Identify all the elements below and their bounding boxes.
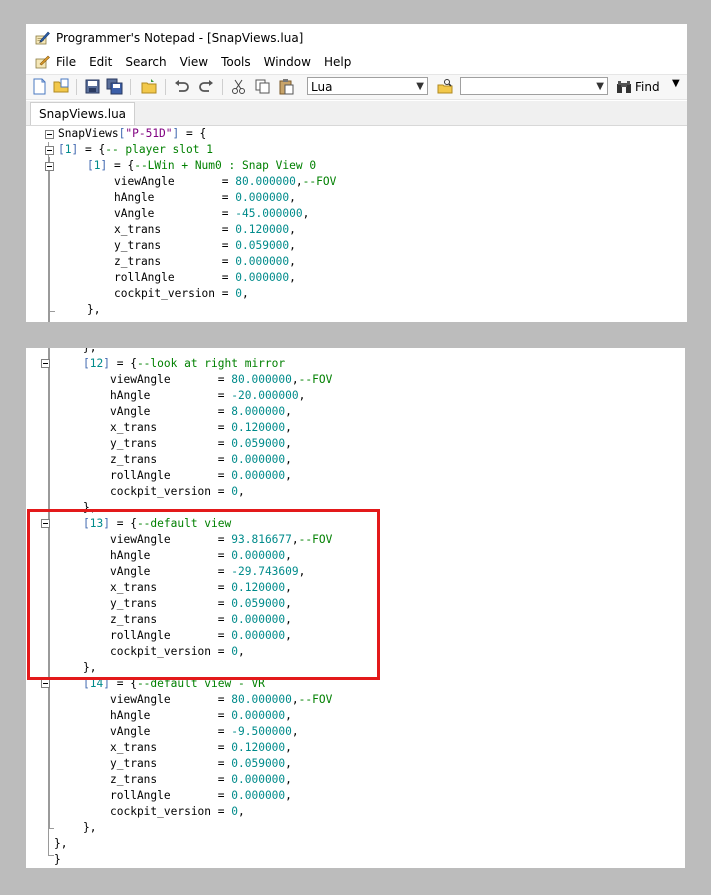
find-in-files-icon[interactable] (437, 78, 454, 95)
code-line: rollAngle = 0.000000, (110, 469, 292, 482)
code-line: x_trans = 0.120000, (114, 223, 296, 236)
menu-window[interactable]: Window (264, 55, 311, 69)
fold-toggle-icon[interactable] (41, 359, 50, 368)
title-bar: Programmer's Notepad - [SnapViews.lua] (26, 24, 687, 52)
code-line: z_trans = 0.000000, (110, 773, 292, 786)
fold-toggle-icon[interactable] (45, 162, 54, 171)
fold-toggle-icon[interactable] (45, 130, 54, 139)
code-line: viewAngle = 80.000000,--FOV (114, 175, 337, 188)
binoculars-icon (617, 81, 631, 93)
find-options-chevron-icon[interactable]: ▼ (672, 78, 680, 89)
redo-icon[interactable] (198, 78, 215, 95)
save-all-icon[interactable] (106, 78, 123, 95)
code-line: cockpit_version = 0, (114, 287, 249, 300)
code-line: cockpit_version = 0, (110, 805, 245, 818)
new-file-icon[interactable] (31, 78, 48, 95)
tab-snapviews-lua[interactable]: SnapViews.lua (30, 102, 136, 125)
code-line: }, (87, 303, 101, 316)
code-line: [12] = {--look at right mirror (83, 357, 286, 370)
code-line: vAngle = -45.000000, (114, 207, 310, 220)
menu-bar: File Edit Search View Tools Window Help (26, 52, 687, 72)
menu-view[interactable]: View (180, 55, 208, 69)
cut-icon[interactable] (230, 78, 247, 95)
menu-help[interactable]: Help (324, 55, 351, 69)
editor-window: Programmer's Notepad - [SnapViews.lua] F… (26, 24, 687, 322)
notepad-pen-icon[interactable] (34, 54, 50, 70)
language-select[interactable]: Lua ▼ (307, 77, 428, 95)
open-file-icon[interactable] (53, 78, 70, 95)
code-line: viewAngle = 80.000000,--FOV (110, 373, 333, 386)
code-line: hAngle = 0.000000, (114, 191, 296, 204)
code-line: viewAngle = 80.000000,--FOV (110, 693, 333, 706)
chevron-down-icon[interactable]: ▼ (416, 78, 424, 96)
code-line: cockpit_version = 0, (110, 485, 245, 498)
code-line: [1] = {-- player slot 1 (58, 143, 213, 156)
fold-toggle-icon[interactable] (45, 146, 54, 155)
undo-icon[interactable] (173, 78, 190, 95)
code-line: rollAngle = 0.000000, (114, 271, 296, 284)
code-line: }, (83, 821, 97, 834)
search-input[interactable]: ▼ (460, 77, 608, 95)
highlight-box (27, 509, 380, 680)
save-icon[interactable] (84, 78, 101, 95)
code-line: vAngle = 8.000000, (110, 405, 292, 418)
copy-icon[interactable] (254, 78, 271, 95)
code-line: hAngle = -20.000000, (110, 389, 306, 402)
code-editor-top[interactable]: SnapViews["P-51D"] = { [1] = {-- player … (26, 126, 687, 322)
code-line: y_trans = 0.059000, (110, 437, 292, 450)
paste-icon[interactable] (278, 78, 295, 95)
open-folder-icon[interactable] (141, 78, 158, 95)
find-button[interactable]: Find (616, 77, 660, 97)
menu-edit[interactable]: Edit (89, 55, 112, 69)
toolbar: Lua ▼ ▼ Find ▼ (26, 74, 687, 100)
code-line: z_trans = 0.000000, (110, 453, 292, 466)
code-line: SnapViews["P-51D"] = { (58, 127, 207, 140)
find-label: Find (635, 80, 660, 94)
menu-search[interactable]: Search (125, 55, 166, 69)
code-line: [1] = {--LWin + Num0 : Snap View 0 (87, 159, 317, 172)
code-line: z_trans = 0.000000, (114, 255, 296, 268)
menu-file[interactable]: File (56, 55, 76, 69)
code-line: } (54, 853, 61, 866)
code-line: }, (54, 837, 68, 850)
code-line: x_trans = 0.120000, (110, 741, 292, 754)
code-line: x_trans = 0.120000, (110, 421, 292, 434)
code-line: vAngle = -9.500000, (110, 725, 299, 738)
window-title: Programmer's Notepad - [SnapViews.lua] (56, 31, 304, 45)
menu-tools[interactable]: Tools (221, 55, 251, 69)
code-line: }, (83, 348, 96, 356)
code-line: y_trans = 0.059000, (110, 757, 292, 770)
code-line: hAngle = 0.000000, (110, 709, 292, 722)
notepad-pen-icon (35, 31, 50, 45)
code-line: rollAngle = 0.000000, (110, 789, 292, 802)
tab-bar: SnapViews.lua (26, 101, 687, 126)
fold-toggle-icon[interactable] (41, 679, 50, 688)
chevron-down-icon[interactable]: ▼ (596, 78, 604, 96)
code-line: y_trans = 0.059000, (114, 239, 296, 252)
